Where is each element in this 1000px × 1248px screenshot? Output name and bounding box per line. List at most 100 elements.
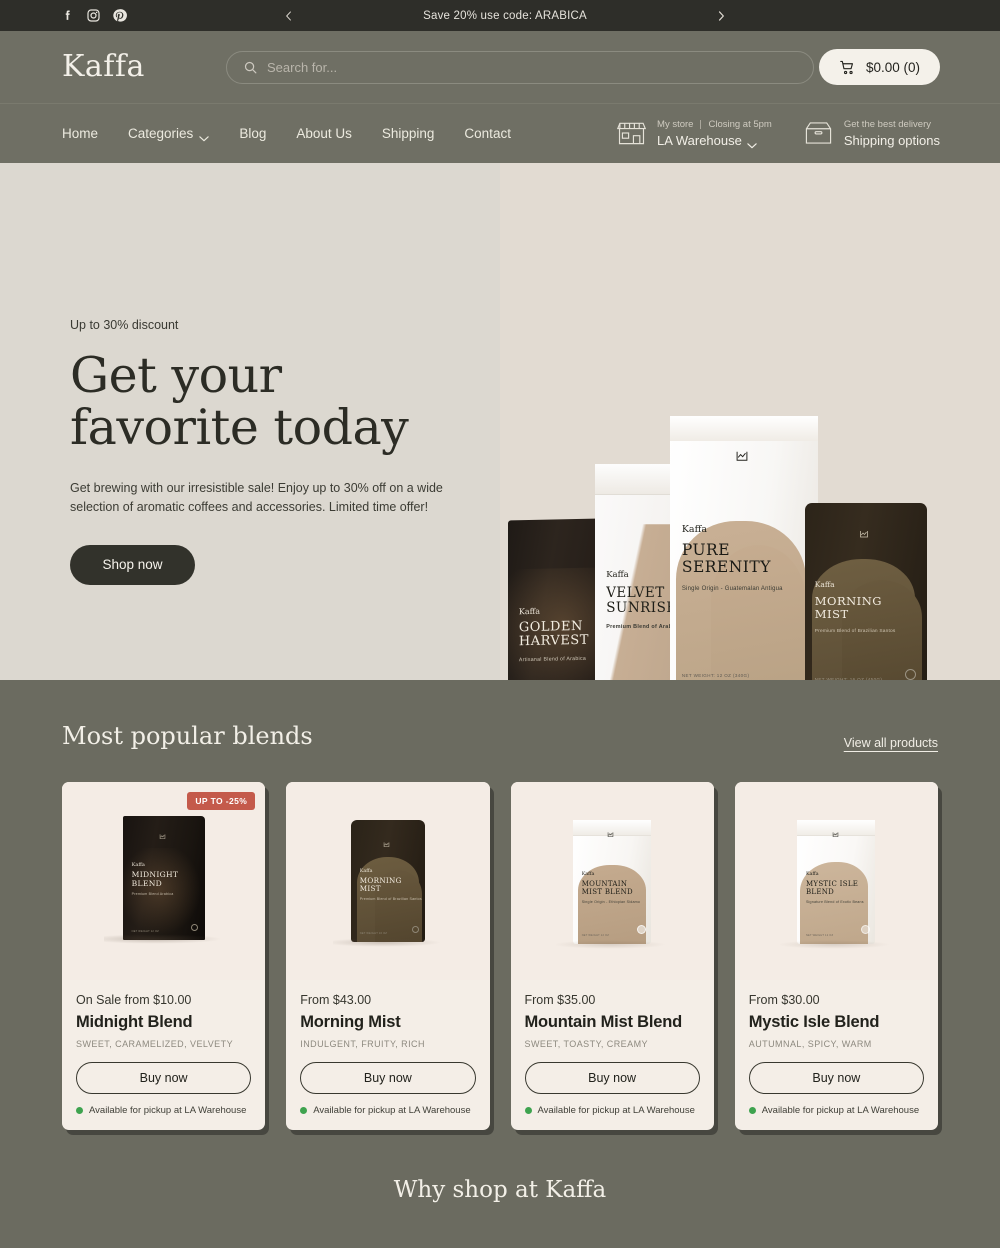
bag-logo-mark xyxy=(735,449,749,465)
page-root: Save 20% use code: ARABICA Kaffa $0.00 (… xyxy=(0,0,1000,1248)
bag-brand: Kaffa xyxy=(681,523,708,535)
availability-label: Available for pickup at LA Warehouse xyxy=(313,1105,471,1116)
shipping-meta-label: Get the best delivery xyxy=(843,118,931,130)
store-name-row: LA Warehouse xyxy=(657,133,772,149)
why-shop-title: Why shop at Kaffa xyxy=(393,1177,607,1203)
bag-name: MYSTIC ISLE BLEND xyxy=(805,880,859,897)
buy-now-button[interactable]: Buy now xyxy=(524,1062,700,1094)
bag-brand: Kaffa xyxy=(814,580,835,590)
product-grid: UP TO -25% Kaffa MIDNIGHT BLEND Premium … xyxy=(62,782,938,1130)
facebook-icon[interactable] xyxy=(60,8,75,23)
bag-net-weight: NET WEIGHT: 12 OZ (340G) xyxy=(681,673,750,679)
bag-name: MOUNTAIN MIST BLEND xyxy=(581,880,633,897)
section-title: Most popular blends xyxy=(62,722,313,750)
search-icon xyxy=(243,60,258,75)
product-card[interactable]: Kaffa MORNING MIST Premium Blend of Braz… xyxy=(286,782,490,1130)
availability-dot-icon xyxy=(748,1107,756,1114)
announcement-prev-icon[interactable] xyxy=(280,7,298,25)
bag-name: MORNING MIST xyxy=(359,875,402,894)
cart-button[interactable]: $0.00 (0) xyxy=(818,49,940,85)
availability-label: Available for pickup at LA Warehouse xyxy=(537,1105,695,1116)
nav-item-home[interactable]: Home xyxy=(62,126,98,141)
product-price: From $30.00 xyxy=(748,993,820,1007)
bag-name: MORNING MIST xyxy=(814,594,882,621)
buy-now-button[interactable]: Buy now xyxy=(76,1062,252,1094)
hero-section: Up to 30% discount Get your favorite tod… xyxy=(0,163,1000,680)
nav-label: Contact xyxy=(464,126,511,141)
hero-title: Get your favorite today xyxy=(70,347,409,457)
social-links xyxy=(60,8,127,23)
product-price: From $43.00 xyxy=(300,993,372,1007)
bag-desc: Single Origin - Guatemalan Antigua xyxy=(681,586,783,593)
shipping-options[interactable]: Get the best delivery Shipping options xyxy=(804,119,940,148)
product-name: Morning Mist xyxy=(300,1013,401,1031)
hero-bag-pure-serenity: Kaffa PURE SERENITY Single Origin - Guat… xyxy=(670,416,818,680)
announcement-carousel: Save 20% use code: ARABICA xyxy=(280,0,730,31)
divider xyxy=(700,119,702,129)
product-tags: SWEET, CARAMELIZED, VELVETY xyxy=(76,1039,234,1049)
nav-item-blog[interactable]: Blog xyxy=(239,126,266,141)
cart-total-label: $0.00 (0) xyxy=(865,59,920,75)
search-input[interactable] xyxy=(267,59,797,75)
product-image: Kaffa MOUNTAIN MIST BLEND Single Origin … xyxy=(510,782,714,980)
cart-icon xyxy=(839,59,856,76)
store-hours: Closing at 5pm xyxy=(708,118,772,130)
bag-brand: Kaffa xyxy=(359,868,373,874)
availability-dot-icon xyxy=(300,1107,308,1114)
nav-label: Shipping xyxy=(381,126,435,141)
shipping-meta: Get the best delivery xyxy=(844,119,940,130)
package-box-icon xyxy=(804,119,833,147)
site-logo[interactable]: Kaffa xyxy=(62,52,145,82)
bag-brand: Kaffa xyxy=(581,872,595,878)
product-tags: INDULGENT, FRUITY, RICH xyxy=(300,1039,425,1049)
view-all-products-link[interactable]: View all products xyxy=(844,736,938,750)
product-availability: Available for pickup at LA Warehouse xyxy=(300,1105,475,1116)
bag-desc: Premium Blend of Brazilian Santos xyxy=(814,628,896,634)
product-card[interactable]: UP TO -25% Kaffa MIDNIGHT BLEND Premium … xyxy=(62,782,266,1130)
product-availability: Available for pickup at LA Warehouse xyxy=(524,1105,700,1116)
hero-subtitle: Get brewing with our irresistible sale! … xyxy=(70,480,443,515)
buy-now-button[interactable]: Buy now xyxy=(300,1062,476,1094)
nav-item-contact[interactable]: Contact xyxy=(464,126,511,141)
buy-now-button[interactable]: Buy now xyxy=(748,1062,924,1094)
product-image: Kaffa MORNING MIST Premium Blend of Braz… xyxy=(286,782,490,980)
announcement-text: Save 20% use code: ARABICA xyxy=(423,9,587,22)
availability-dot-icon xyxy=(76,1107,83,1114)
product-info: From $30.00 Mystic Isle Blend AUTUMNAL, … xyxy=(735,980,938,1130)
product-card[interactable]: Kaffa MYSTIC ISLE BLEND Signature Blend … xyxy=(734,782,938,1130)
product-name: Mystic Isle Blend xyxy=(748,1013,880,1031)
nav-item-categories[interactable]: Categories xyxy=(128,126,210,142)
chevron-down-icon xyxy=(747,137,757,149)
shop-now-button[interactable]: Shop now xyxy=(70,544,195,585)
product-price: On Sale from $10.00 xyxy=(76,993,192,1007)
search-bar[interactable] xyxy=(226,50,814,84)
chevron-down-icon xyxy=(199,130,210,142)
discount-badge: UP TO -25% xyxy=(187,792,256,810)
product-image: UP TO -25% Kaffa MIDNIGHT BLEND Premium … xyxy=(62,782,266,980)
bag-name: PURE SERENITY xyxy=(681,540,772,576)
instagram-icon[interactable] xyxy=(86,8,101,23)
why-shop-section: Why shop at Kaffa xyxy=(0,1130,1000,1203)
store-selector[interactable]: My store Closing at 5pm LA Warehouse xyxy=(616,118,772,149)
product-tags: SWEET, TOASTY, CREAMY xyxy=(524,1039,648,1049)
product-bag-art: Kaffa MORNING MIST Premium Blend of Braz… xyxy=(350,820,425,942)
bag-logo-mark xyxy=(859,529,869,541)
product-card[interactable]: Kaffa MOUNTAIN MIST BLEND Single Origin … xyxy=(510,782,714,1130)
product-info: On Sale from $10.00 Midnight Blend SWEET… xyxy=(62,980,265,1130)
pinterest-icon[interactable] xyxy=(112,8,127,23)
availability-dot-icon xyxy=(524,1107,532,1114)
bag-desc: Single Origin - Ethiopian Sidamo xyxy=(581,900,641,905)
product-availability: Available for pickup at LA Warehouse xyxy=(76,1105,251,1116)
section-header: Most popular blends View all products xyxy=(62,722,938,750)
bag-net-weight: NET WEIGHT: 16 OZ (450G) xyxy=(814,676,883,680)
main-nav: Home Categories Blog About Us Shipping C… xyxy=(0,103,1000,163)
availability-label: Available for pickup at LA Warehouse xyxy=(761,1105,920,1116)
bag-brand: Kaffa xyxy=(131,861,145,868)
bag-brand: Kaffa xyxy=(805,872,819,878)
nav-item-about-us[interactable]: About Us xyxy=(296,126,352,141)
nav-item-shipping[interactable]: Shipping xyxy=(382,126,435,141)
announcement-next-icon[interactable] xyxy=(712,7,730,25)
product-bag-art: Kaffa MOUNTAIN MIST BLEND Single Origin … xyxy=(573,820,652,944)
nav-utilities: My store Closing at 5pm LA Warehouse Get… xyxy=(616,118,940,149)
shipping-label: Shipping options xyxy=(843,133,940,149)
